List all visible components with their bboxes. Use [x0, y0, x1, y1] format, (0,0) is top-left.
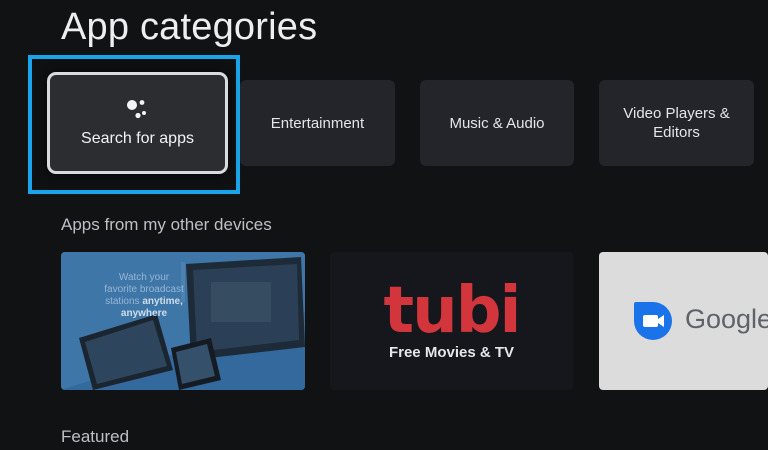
- category-entertainment[interactable]: Entertainment: [240, 80, 395, 166]
- tile-promo-text: Watch your favorite broadcast stations a…: [104, 272, 184, 319]
- category-label: Search for apps: [81, 130, 194, 147]
- duo-camera-icon: [634, 302, 672, 340]
- app-tile-tubi[interactable]: tubi Free Movies & TV: [330, 252, 573, 390]
- category-label: Music & Audio: [449, 114, 545, 132]
- google-wordmark: Google: [685, 304, 768, 334]
- category-label: Entertainment: [270, 114, 365, 132]
- section-title-featured: Featured: [61, 427, 130, 446]
- category-music-audio[interactable]: Music & Audio: [420, 80, 574, 166]
- app-tile-broadcast[interactable]: Watch your favorite broadcast stations a…: [61, 252, 305, 390]
- section-title-other-devices: Apps from my other devices: [61, 215, 272, 234]
- category-search-for-apps[interactable]: Search for apps: [47, 72, 228, 174]
- tubi-logo: tubi: [383, 274, 522, 348]
- tubi-subtitle: Free Movies & TV: [388, 344, 515, 361]
- page-title: App categories: [61, 6, 318, 48]
- app-tile-google-duo[interactable]: Google: [599, 252, 768, 390]
- category-video-players-editors[interactable]: Video Players & Editors: [599, 80, 754, 166]
- google-assistant-icon: [126, 100, 146, 119]
- category-label: Video Players & Editors: [623, 105, 730, 141]
